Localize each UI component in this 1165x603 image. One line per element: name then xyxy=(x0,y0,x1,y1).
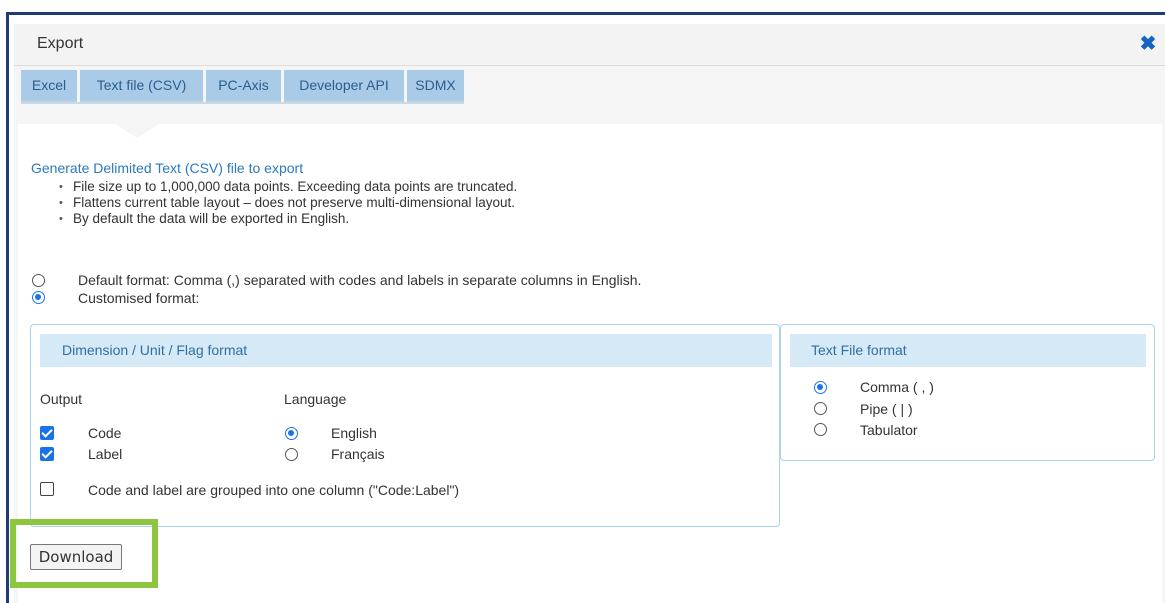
language-english-radio[interactable] xyxy=(285,427,298,440)
dialog-title: Export xyxy=(37,35,84,52)
active-tab-pointer xyxy=(80,104,198,124)
customised-format-radio[interactable] xyxy=(32,291,45,304)
text-file-panel-title: Text File format xyxy=(790,334,1146,367)
tab-text-file-csv[interactable]: Text file (CSV) xyxy=(80,70,203,102)
grouped-column-checkbox[interactable] xyxy=(40,482,54,496)
default-format-label: Default format: Comma (,) separated with… xyxy=(78,272,642,288)
csv-info-list: File size up to 1,000,000 data points. E… xyxy=(51,179,517,227)
output-label-checkbox[interactable] xyxy=(40,447,54,461)
output-label-label: Label xyxy=(88,446,123,462)
pipe-label: Pipe ( | ) xyxy=(860,401,913,417)
window-border-top xyxy=(6,12,1165,15)
tab-excel[interactable]: Excel xyxy=(21,70,77,102)
tab-developer-api[interactable]: Developer API xyxy=(284,70,404,102)
close-icon[interactable]: ✖ xyxy=(1137,33,1159,55)
list-item: File size up to 1,000,000 data points. E… xyxy=(51,179,517,195)
dialog-titlebar: Export ✖ xyxy=(14,24,1165,66)
default-format-radio[interactable] xyxy=(32,274,45,287)
comma-label: Comma ( , ) xyxy=(860,379,934,395)
window-border-left xyxy=(6,12,9,603)
tab-content-csv: Generate Delimited Text (CSV) file to ex… xyxy=(18,124,1162,603)
active-tab-pointer-arrow xyxy=(115,124,159,138)
list-item: Flattens current table layout – does not… xyxy=(51,195,517,211)
export-dialog: Export ✖ Excel Text file (CSV) PC-Axis D… xyxy=(14,24,1165,603)
csv-heading: Generate Delimited Text (CSV) file to ex… xyxy=(31,160,304,176)
download-button[interactable]: Download xyxy=(30,544,122,570)
comma-radio[interactable] xyxy=(814,381,827,394)
language-francais-label: Français xyxy=(331,446,385,462)
output-code-label: Code xyxy=(88,425,122,441)
language-english-label: English xyxy=(331,425,377,441)
dimension-panel-title: Dimension / Unit / Flag format xyxy=(40,334,772,367)
list-item: By default the data will be exported in … xyxy=(51,211,517,227)
grouped-column-label: Code and label are grouped into one colu… xyxy=(88,482,460,498)
dimension-format-panel: Dimension / Unit / Flag format Output La… xyxy=(30,324,780,527)
language-francais-radio[interactable] xyxy=(285,448,298,461)
text-file-format-panel: Text File format Comma ( , ) Pipe ( | ) … xyxy=(780,324,1155,461)
output-code-checkbox[interactable] xyxy=(40,426,54,440)
tab-sdmx[interactable]: SDMX xyxy=(407,70,464,102)
tabulator-label: Tabulator xyxy=(860,422,918,438)
language-label: Language xyxy=(284,391,347,407)
tabulator-radio[interactable] xyxy=(814,423,827,436)
customised-format-label: Customised format: xyxy=(78,290,200,306)
pipe-radio[interactable] xyxy=(814,402,827,415)
output-label: Output xyxy=(40,391,83,407)
tab-pc-axis[interactable]: PC-Axis xyxy=(206,70,281,102)
